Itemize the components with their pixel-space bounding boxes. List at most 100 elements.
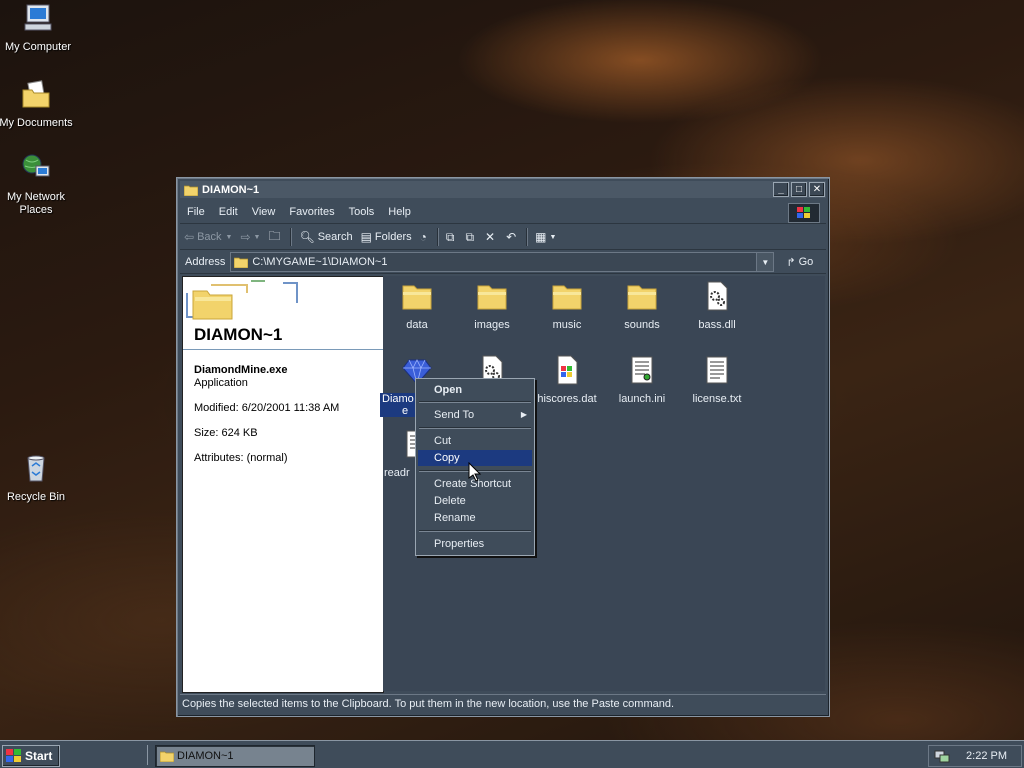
file-label: hiscores.dat (537, 393, 597, 405)
mouse-cursor-icon (468, 462, 482, 482)
undo-button[interactable]: ↶ (502, 227, 523, 247)
file-item-launch-ini[interactable]: launch.ini (605, 354, 679, 405)
file-label: license.txt (692, 393, 742, 405)
address-dropdown-button[interactable]: ▼ (756, 253, 774, 271)
address-value: C:\MYGAME~1\DIAMON~1 (252, 256, 388, 268)
menu-view[interactable]: View (245, 206, 283, 218)
history-button[interactable]: ◔ (416, 227, 434, 247)
context-menu-cut[interactable]: Cut (418, 433, 532, 449)
back-button[interactable]: ⇦ Back ▼ (180, 227, 236, 247)
dropdown-arrow-icon: ▼ (253, 233, 261, 241)
context-menu-properties[interactable]: Properties (418, 536, 532, 552)
taskbar-button-diamon[interactable]: DIAMON~1 (155, 745, 315, 767)
up-folder-icon: 🗀 (268, 228, 281, 243)
folder-icon (184, 185, 198, 196)
up-folder-button[interactable]: 🗀 (264, 227, 287, 247)
go-label: Go (798, 256, 814, 268)
search-icon: 🔍︎ (299, 230, 315, 244)
folders-button[interactable]: ▤ Folders (357, 227, 416, 247)
file-item-data[interactable]: data (380, 280, 454, 331)
file-item-license-txt[interactable]: license.txt (680, 354, 754, 405)
go-button[interactable]: ↱ Go (786, 256, 813, 269)
menu-help[interactable]: Help (381, 206, 418, 218)
title-bar[interactable]: DIAMON~1 _ □ ✕ (180, 181, 826, 198)
file-item-bass-dll[interactable]: bass.dll (680, 280, 754, 331)
file-label: music (552, 319, 582, 331)
back-label: Back (197, 231, 222, 243)
start-button[interactable]: Start (2, 745, 60, 767)
windows-logo-icon (788, 203, 820, 223)
windows-logo-icon (6, 749, 21, 762)
context-menu-delete[interactable]: Delete (418, 493, 532, 509)
status-text: Copies the selected items to the Clipboa… (182, 698, 675, 710)
desktop-icon-label: My Network Places (6, 191, 66, 216)
move-to-button[interactable]: ⧉ (442, 227, 462, 247)
dll-icon (707, 281, 728, 311)
file-label: images (474, 319, 510, 331)
views-icon: ▦ (535, 230, 547, 244)
desktop-icon-label: Recycle Bin (6, 491, 66, 503)
details-pane: DIAMON~1 DiamondMine.exe Application Mod… (182, 276, 384, 693)
toolbar-separator (290, 228, 293, 246)
folder-banner: DIAMON~1 (183, 277, 383, 350)
history-icon: ◔ (419, 230, 427, 244)
address-bar: Address C:\MYGAME~1\DIAMON~1 ▼ ↱ Go (180, 251, 826, 274)
dropdown-arrow-icon: ▼ (225, 233, 233, 241)
toolbar: ⇦ Back ▼ ⇨ ▼ 🗀 🔍︎ Search ▤ Folders ◔ ⧉ ⧉ (180, 225, 826, 250)
file-item-music[interactable]: music (530, 280, 604, 331)
context-menu-rename[interactable]: Rename (418, 510, 532, 526)
views-button[interactable]: ▦ ▼ (531, 227, 560, 247)
delete-button[interactable]: ✕ (481, 227, 502, 247)
forward-button[interactable]: ⇨ ▼ (236, 227, 264, 247)
clock[interactable]: 2:22 PM (966, 750, 1007, 762)
context-menu-send-to[interactable]: Send To ▶ (418, 407, 532, 423)
minimize-icon: _ (778, 183, 784, 195)
menu-edit[interactable]: Edit (212, 206, 245, 218)
menu-favorites[interactable]: Favorites (282, 206, 341, 218)
address-label: Address (185, 256, 226, 268)
maximize-button[interactable]: □ (791, 182, 807, 197)
desktop-icon-label: My Computer (4, 41, 72, 53)
copy-to-icon: ⧉ (465, 229, 475, 244)
folder-icon (552, 285, 582, 310)
file-item-sounds[interactable]: sounds (605, 280, 679, 331)
back-arrow-icon: ⇦ (184, 230, 195, 244)
file-label: launch.ini (618, 393, 666, 405)
desktop-icon-recycle-bin[interactable]: Recycle Bin (0, 452, 74, 504)
quick-launch-area (63, 745, 148, 765)
context-menu-separator (419, 401, 531, 403)
menu-file[interactable]: File (180, 206, 212, 218)
menu-tools[interactable]: Tools (342, 206, 382, 218)
file-label: data (406, 319, 428, 331)
start-label: Start (25, 749, 53, 763)
file-item-images[interactable]: images (455, 280, 529, 331)
submenu-arrow-icon: ▶ (520, 410, 527, 419)
network-tray-icon[interactable] (934, 749, 950, 763)
address-input[interactable]: C:\MYGAME~1\DIAMON~1 ▼ (230, 252, 775, 272)
desktop-icon-my-documents[interactable]: My Documents (0, 78, 74, 130)
desktop-icon-my-computer[interactable]: My Computer (0, 2, 76, 54)
go-arrow-icon: ↱ (786, 256, 796, 269)
toolbar-separator (436, 228, 439, 246)
copy-to-button[interactable]: ⧉ (461, 227, 481, 247)
folders-label: Folders (374, 231, 412, 243)
maximize-icon: □ (795, 183, 803, 195)
close-button[interactable]: ✕ (809, 182, 825, 197)
selected-file-modified: Modified: 6/20/2001 11:38 AM (194, 402, 340, 414)
folder-banner-icon (186, 280, 298, 320)
desktop-icon-my-network-places[interactable]: My Network Places (0, 152, 74, 217)
context-menu-open[interactable]: Open (418, 382, 532, 398)
undo-icon: ↶ (506, 230, 517, 244)
desktop-icon-label: My Documents (0, 117, 73, 129)
chevron-down-icon: ▼ (761, 257, 770, 267)
taskbar-button-label: DIAMON~1 (177, 750, 234, 762)
context-menu-separator (419, 530, 531, 532)
toolbar-separator (526, 228, 529, 246)
dat-icon (557, 355, 578, 385)
minimize-button[interactable]: _ (773, 182, 789, 197)
file-label: sounds (624, 319, 660, 331)
system-tray: 2:22 PM (928, 745, 1022, 767)
file-item-hiscores-dat[interactable]: hiscores.dat (530, 354, 604, 405)
network-icon (22, 154, 50, 177)
search-button[interactable]: 🔍︎ Search (295, 227, 356, 247)
